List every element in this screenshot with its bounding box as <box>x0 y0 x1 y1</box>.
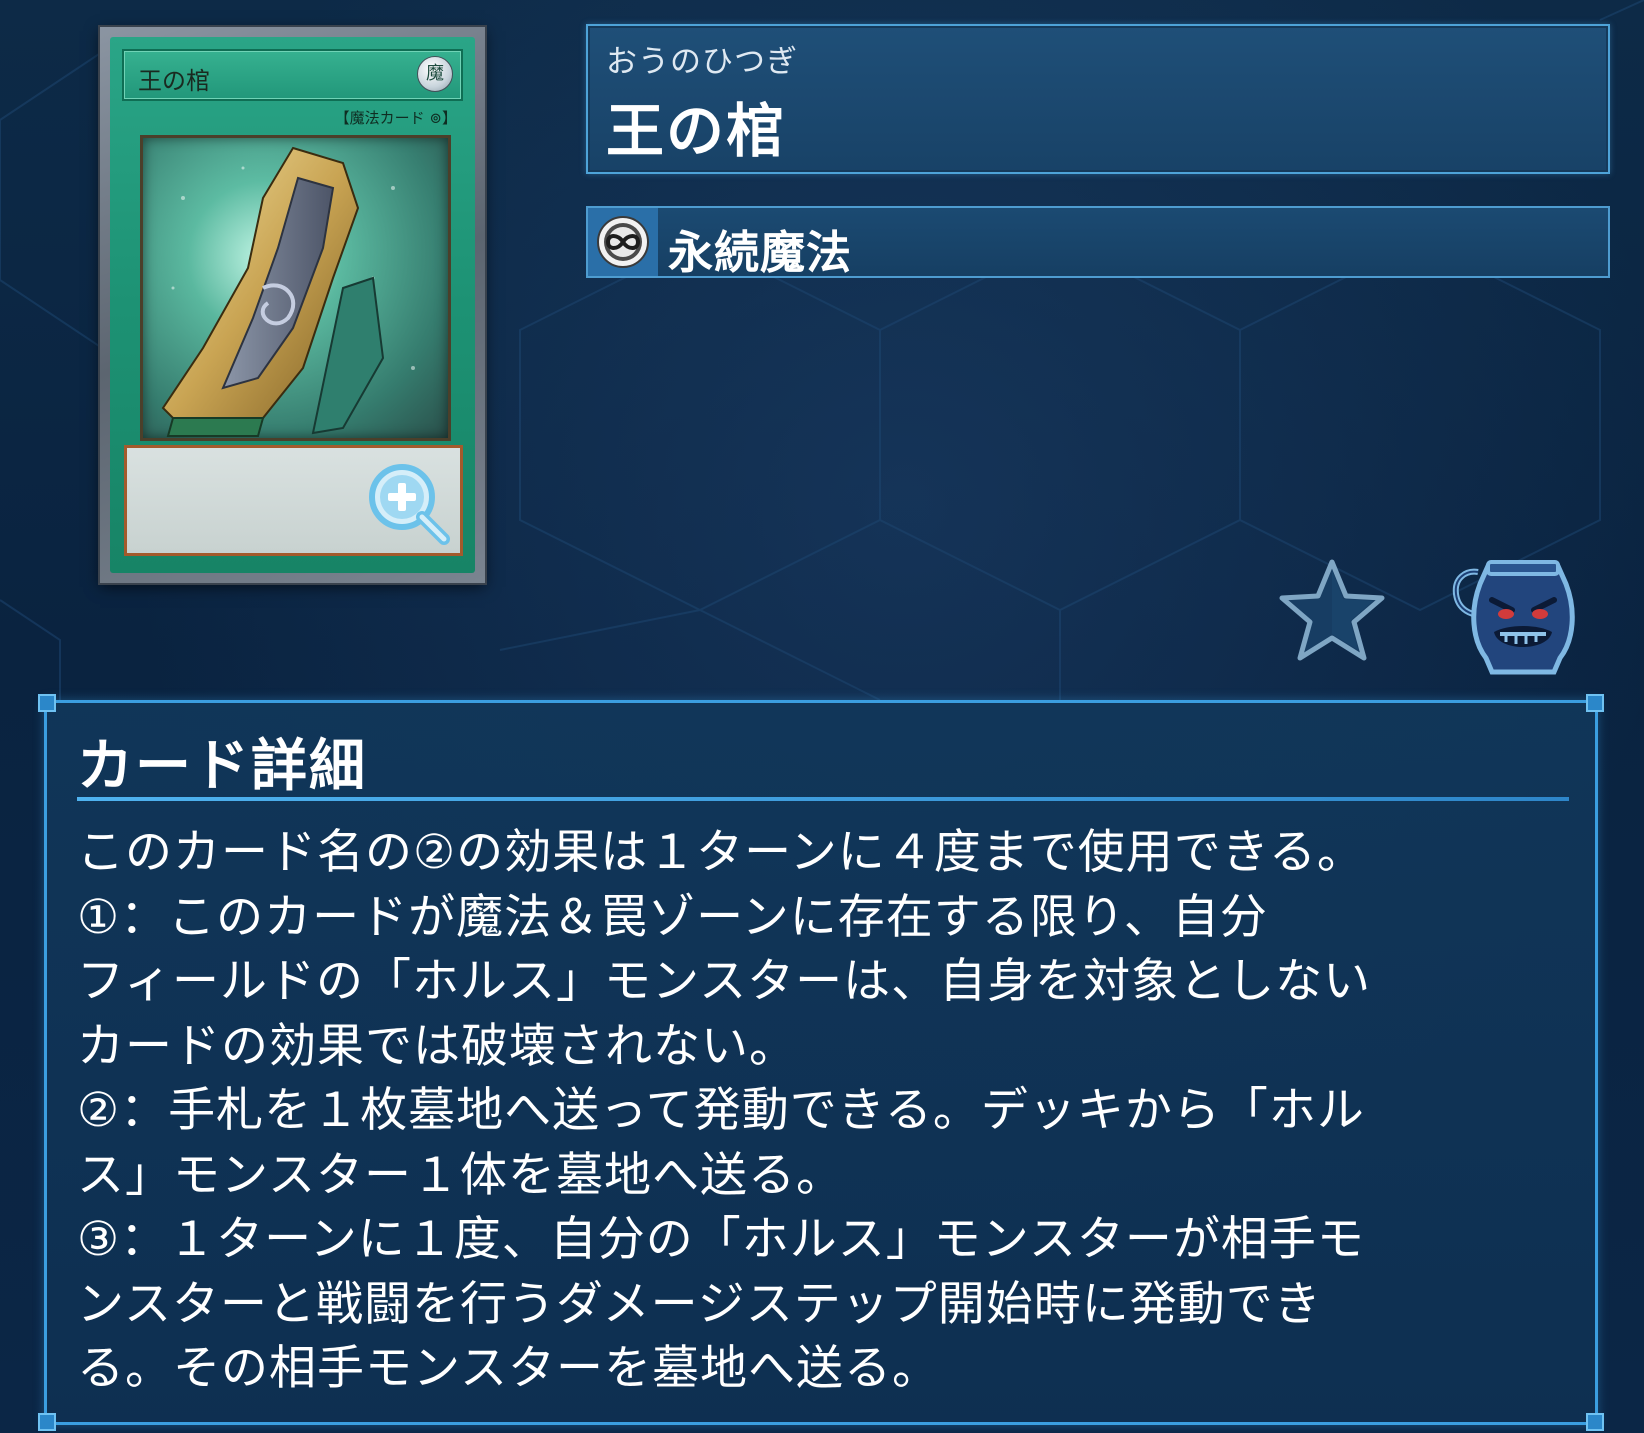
details-heading: カード詳細 <box>77 734 367 799</box>
continuous-spell-icon <box>597 216 649 268</box>
pot-of-greed-icon[interactable] <box>1448 560 1580 676</box>
panel-corner-ornament <box>38 694 56 712</box>
effect-line: ③：１ターンに１度、自分の「ホルス」モンスターが相手モ <box>77 1212 1365 1267</box>
card-image[interactable]: 王の棺 魔 【魔法カード ⊚】 <box>100 27 485 583</box>
coffin-artwork <box>161 146 415 437</box>
card-attribute-icon: 魔 <box>417 56 453 92</box>
card-image-name: 王の棺 <box>138 67 210 95</box>
card-textbox <box>124 445 463 556</box>
effect-line: ンスターと戦闘を行うダメージステップ開始時に発動でき <box>77 1276 1322 1332</box>
zoom-in-icon[interactable] <box>364 459 454 549</box>
card-image-type-line: 【魔法カード ⊚】 <box>334 109 457 127</box>
effect-line: る。その相手モンスターを墓地へ送る。 <box>77 1341 941 1396</box>
card-name-panel: おうのひつぎ 王の棺 <box>586 24 1610 174</box>
effect-line: カードの効果では破壊されない。 <box>77 1018 797 1074</box>
card-artwork <box>140 135 451 441</box>
card-name-bar: 王の棺 魔 <box>122 49 463 101</box>
panel-corner-ornament <box>38 1413 56 1431</box>
effect-line: ス」モンスター１体を墓地へ送る。 <box>77 1147 845 1203</box>
effect-line: ①：このカードが魔法＆罠ゾーンに存在する限り、自分 <box>77 889 1268 945</box>
effect-line: このカード名の②の効果は１ターンに４度まで使用できる。 <box>77 825 1365 880</box>
star-icon[interactable] <box>1276 556 1388 668</box>
card-effect-text: このカード名の②の効果は１ターンに４度まで使用できる。 ①：このカードが魔法＆罠… <box>77 821 1559 1402</box>
effect-line: ②：手札を１枚墓地へ送って発動できる。デッキから「ホル <box>77 1083 1365 1138</box>
panel-corner-ornament <box>1586 694 1604 712</box>
card-details-panel: カード詳細 このカード名の②の効果は１ターンに４度まで使用できる。 ①：このカー… <box>38 694 1604 1431</box>
details-divider <box>77 797 1569 801</box>
card-type-label: 永続魔法 <box>668 226 853 279</box>
effect-line: フィールドの「ホルス」モンスターは、自身を対象としない <box>77 954 1372 1009</box>
card-name: 王の棺 <box>606 97 787 165</box>
card-body: 王の棺 魔 【魔法カード ⊚】 <box>110 37 475 573</box>
card-name-ruby: おうのひつぎ <box>606 44 798 80</box>
card-type-icon-box <box>588 208 658 276</box>
panel-corner-ornament <box>1586 1413 1604 1431</box>
card-type-panel: 永続魔法 <box>586 206 1610 279</box>
